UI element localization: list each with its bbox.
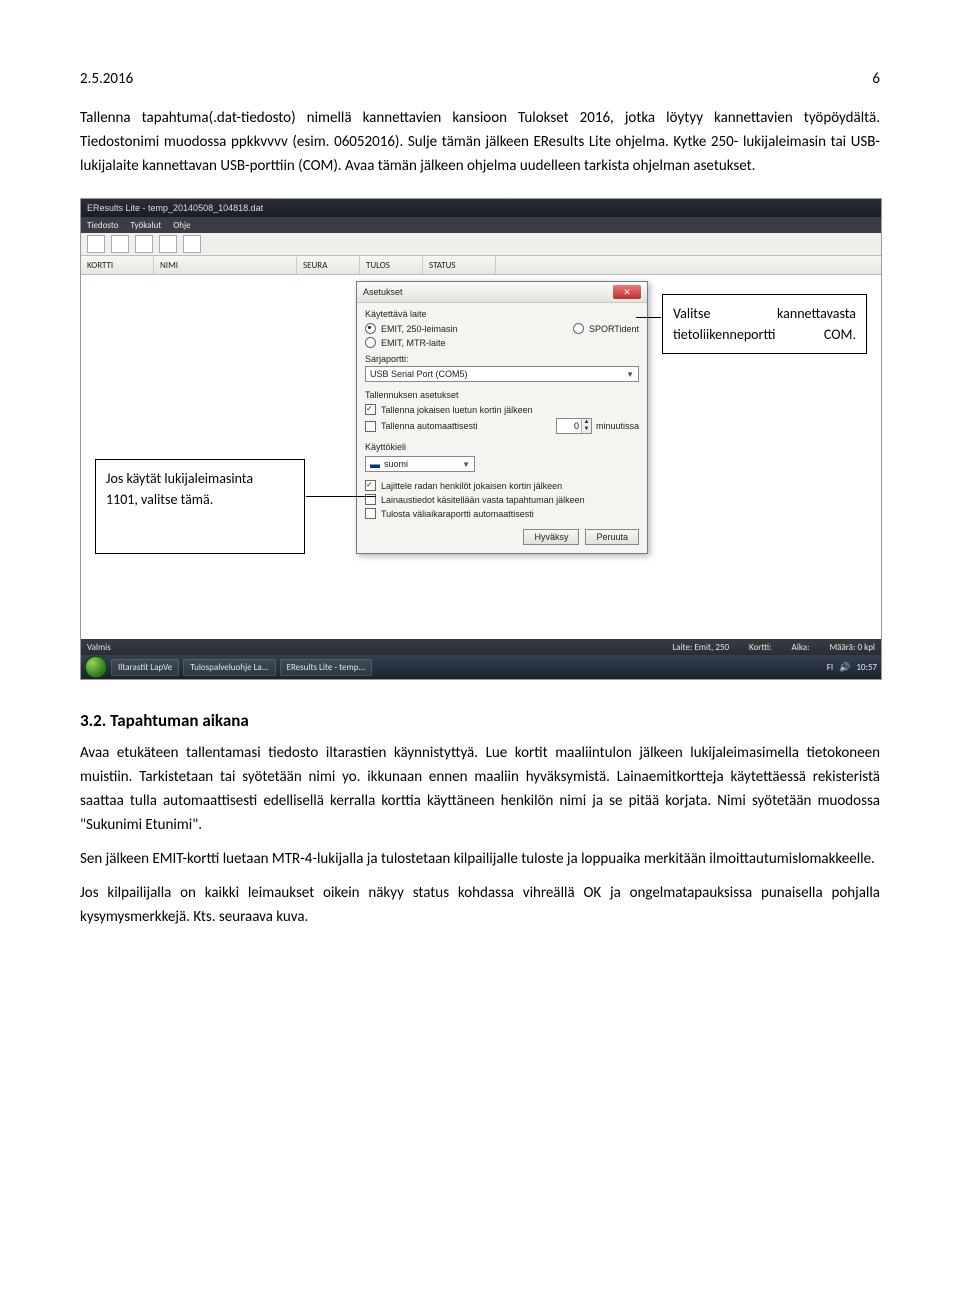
autosave-unit: minuutissa — [596, 421, 639, 431]
paragraph-2: Avaa etukäteen tallentamasi tiedosto ilt… — [80, 741, 880, 837]
chk-autosave-label: Tallenna automaattisesti — [381, 421, 478, 431]
toolbar-help-icon[interactable] — [183, 235, 201, 253]
chk-print[interactable] — [365, 508, 376, 519]
autosave-value[interactable] — [557, 421, 581, 431]
chevron-down-icon: ▼ — [462, 460, 470, 469]
sarjaportti-value: USB Serial Port (COM5) — [370, 369, 468, 379]
chk-print-label: Tulosta väliaikaraportti automaattisesti — [381, 509, 534, 519]
lang-dropdown[interactable]: suomi ▼ — [365, 456, 475, 472]
radio-emit-mtr[interactable] — [365, 337, 376, 348]
callout-com-port: Valitse kannettavasta tietoliikenneportt… — [662, 294, 867, 354]
autosave-spinner[interactable]: ▲▼ — [556, 418, 592, 434]
toolbar — [81, 233, 881, 255]
task-item-3[interactable]: EResults Lite - temp... — [280, 659, 373, 676]
lang-group-label: Käyttökieli — [365, 442, 639, 452]
toolbar-print-icon[interactable] — [159, 235, 177, 253]
embedded-screenshot: EResults Lite - temp_20140508_104818.dat… — [80, 198, 882, 680]
callout-connector-2 — [306, 496, 376, 497]
chk-save-each[interactable] — [365, 404, 376, 415]
tray-lang[interactable]: FI — [827, 662, 833, 673]
radio-emit250-label: EMIT, 250-leimasin — [381, 324, 458, 334]
sarjaportti-dropdown[interactable]: USB Serial Port (COM5) ▼ — [365, 366, 639, 382]
menu-tiedosto[interactable]: Tiedosto — [87, 220, 119, 231]
paragraph-3: Sen jälkeen EMIT-kortti luetaan MTR-4-lu… — [80, 847, 880, 871]
col-nimi: NIMI — [154, 256, 297, 274]
toolbar-open-icon[interactable] — [111, 235, 129, 253]
callout-right-word3: tietoliikenneportti — [673, 324, 775, 345]
toolbar-new-icon[interactable] — [87, 235, 105, 253]
table-header: KORTTI NIMI SEURA TULOS STATUS — [81, 255, 881, 275]
cancel-button[interactable]: Peruuta — [585, 529, 639, 545]
sarjaportti-label: Sarjaportti: — [365, 354, 639, 364]
paragraph-1: Tallenna tapahtuma(.dat-tiedosto) nimell… — [80, 106, 880, 178]
save-group-label: Tallennuksen asetukset — [365, 390, 639, 400]
ok-button[interactable]: Hyväksy — [523, 529, 579, 545]
status-laite: Laite: Emit, 250 — [672, 642, 729, 653]
callout-right-word4: COM. — [824, 324, 856, 345]
callout-right-word2: kannettavasta — [777, 303, 856, 324]
paragraph-4: Jos kilpailijalla on kaikki leimaukset o… — [80, 881, 880, 929]
chk-save-each-label: Tallenna jokaisen luetun kortin jälkeen — [381, 405, 533, 415]
col-seura: SEURA — [297, 256, 360, 274]
header-date: 2.5.2016 — [80, 70, 133, 88]
dialog-close-button[interactable]: ✕ — [613, 285, 641, 299]
window-titlebar: EResults Lite - temp_20140508_104818.dat — [81, 199, 881, 217]
callout-left-line1: Jos käytät lukijaleimasinta — [106, 468, 294, 489]
task-item-2[interactable]: Tulospalveluohje La... — [183, 659, 275, 676]
callout-connector-1 — [636, 317, 661, 318]
chevron-down-icon: ▼ — [626, 370, 634, 379]
status-kortti: Kortti: — [749, 642, 772, 653]
radio-sportident[interactable] — [573, 323, 584, 334]
callout-right-word1: Valitse — [673, 303, 710, 324]
status-maara: Määrä: 0 kpl — [829, 642, 875, 653]
header-page-number: 6 — [872, 70, 880, 88]
col-tulos: TULOS — [360, 256, 423, 274]
col-status: STATUS — [423, 256, 496, 274]
radio-emit-mtr-label: EMIT, MTR-laite — [381, 338, 446, 348]
menu-tyokalut[interactable]: Työkalut — [131, 220, 162, 231]
chk-sort[interactable] — [365, 480, 376, 491]
status-valmis: Valmis — [87, 642, 111, 653]
col-kortti: KORTTI — [81, 256, 154, 274]
status-aika: Aika: — [792, 642, 810, 653]
tray-sound-icon[interactable]: 🔊 — [839, 662, 850, 673]
status-bar: Valmis Laite: Emit, 250 Kortti: Aika: Mä… — [81, 639, 881, 655]
window-title: EResults Lite - temp_20140508_104818.dat — [87, 203, 263, 213]
callout-left-line2: 1101, valitse tämä. — [106, 489, 294, 510]
tray-clock: 10:57 — [856, 662, 877, 673]
lang-value: suomi — [384, 459, 408, 469]
radio-emit250[interactable] — [365, 323, 376, 334]
settings-dialog: Asetukset ✕ Käytettävä laite EMIT, 250-l… — [356, 281, 648, 554]
menubar: Tiedosto Työkalut Ohje — [81, 217, 881, 233]
toolbar-save-icon[interactable] — [135, 235, 153, 253]
chk-borrow-label: Lainaustiedot käsitellään vasta tapahtum… — [381, 495, 585, 505]
callout-reader-1101: Jos käytät lukijaleimasinta 1101, valits… — [95, 459, 305, 554]
section-heading-3-2: 3.2. Tapahtuman aikana — [80, 710, 880, 731]
device-group-label: Käytettävä laite — [365, 309, 639, 319]
menu-ohje[interactable]: Ohje — [173, 220, 190, 231]
task-item-1[interactable]: Iltarastit LapVe — [111, 659, 179, 676]
start-button[interactable] — [85, 656, 107, 678]
chk-sort-label: Lajittele radan henkilöt jokaisen kortin… — [381, 481, 562, 491]
flag-icon — [370, 461, 380, 468]
dialog-title: Asetukset — [363, 287, 403, 297]
chk-autosave[interactable] — [365, 421, 376, 432]
taskbar: Iltarastit LapVe Tulospalveluohje La... … — [81, 655, 881, 679]
radio-sportident-label: SPORTident — [589, 324, 639, 334]
